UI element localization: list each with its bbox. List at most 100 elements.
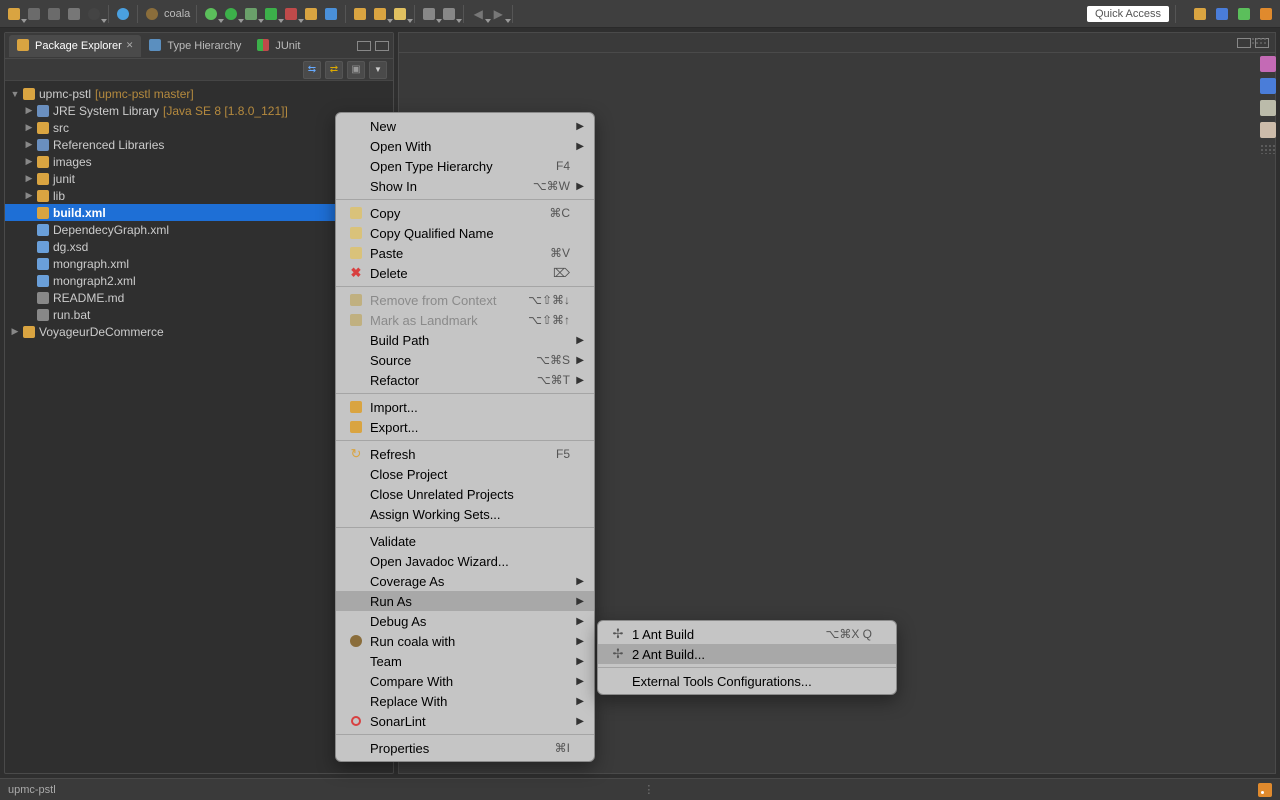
tree-project-root[interactable]: ▼ upmc-pstl [upmc-pstl master] — [5, 85, 393, 102]
minimize-editor-icon[interactable] — [1237, 38, 1251, 48]
build-icon[interactable] — [66, 6, 82, 22]
link-editor-icon[interactable]: ⇄ — [325, 61, 343, 79]
menu-item[interactable]: New▶ — [336, 116, 594, 136]
menu-item-label: Refactor — [370, 373, 513, 388]
menu-item[interactable]: Export... — [336, 417, 594, 437]
tree-item-label: dg.xsd — [53, 240, 88, 254]
menu-item[interactable]: Replace With▶ — [336, 691, 594, 711]
menu-item[interactable]: Build Path▶ — [336, 330, 594, 350]
save-all-icon[interactable] — [46, 6, 62, 22]
expand-arrow-icon[interactable]: ▶ — [23, 139, 35, 150]
expand-arrow-icon[interactable]: ▶ — [9, 326, 21, 337]
search-icon[interactable] — [372, 6, 388, 22]
focus-task-icon[interactable]: ▣ — [347, 61, 365, 79]
menu-item[interactable]: Paste⌘V — [336, 243, 594, 263]
snippets-icon[interactable] — [1260, 122, 1276, 138]
toggle-view-icon[interactable] — [441, 6, 457, 22]
maximize-view-icon[interactable] — [375, 41, 389, 51]
save-icon[interactable] — [26, 6, 42, 22]
tab-junit[interactable]: JUnit — [249, 35, 308, 57]
menu-item[interactable]: ✖Delete⌦ — [336, 263, 594, 283]
tab-type-hierarchy[interactable]: Type Hierarchy — [141, 35, 249, 57]
menu-item[interactable]: Source⌥⌘S▶ — [336, 350, 594, 370]
menu-item[interactable]: Validate — [336, 531, 594, 551]
submenu-arrow-icon: ▶ — [570, 121, 584, 132]
coverage-icon[interactable] — [243, 6, 259, 22]
expand-arrow-icon[interactable]: ▶ — [23, 173, 35, 184]
toggle-editor-icon[interactable] — [421, 6, 437, 22]
menu-item[interactable]: Run As▶ — [336, 591, 594, 611]
quick-access-input[interactable]: Quick Access — [1087, 6, 1169, 22]
menu-item-label: New — [370, 119, 570, 134]
run-last-icon[interactable] — [263, 6, 279, 22]
menu-shortcut: ⌥⌘X Q — [826, 627, 873, 641]
nav-back-icon[interactable]: ◀ — [470, 6, 486, 22]
menu-item[interactable]: Compare With▶ — [336, 671, 594, 691]
menu-item[interactable]: Coverage As▶ — [336, 571, 594, 591]
tree-item-label: junit — [53, 172, 75, 186]
highlight-icon[interactable] — [392, 6, 408, 22]
menu-item-label: Properties — [370, 741, 531, 756]
open-perspective-icon[interactable] — [1192, 6, 1208, 22]
new-package-icon[interactable] — [303, 6, 319, 22]
menu-item[interactable]: Assign Working Sets... — [336, 504, 594, 524]
menu-item[interactable]: Team▶ — [336, 651, 594, 671]
collapse-all-icon[interactable]: ⇆ — [303, 61, 321, 79]
git-perspective-icon[interactable] — [1258, 6, 1274, 22]
menu-item[interactable]: Copy Qualified Name — [336, 223, 594, 243]
menu-item[interactable]: Open Javadoc Wizard... — [336, 551, 594, 571]
new-icon[interactable] — [6, 6, 22, 22]
menu-item[interactable]: Open Type HierarchyF4 — [336, 156, 594, 176]
right-trim-stack — [1258, 56, 1278, 154]
menu-item[interactable]: Open With▶ — [336, 136, 594, 156]
outline-icon[interactable] — [1260, 100, 1276, 116]
view-menu-icon[interactable]: ▼ — [369, 61, 387, 79]
java-perspective-icon[interactable] — [1214, 6, 1230, 22]
menu-item[interactable]: ✢2 Ant Build... — [598, 644, 896, 664]
menu-item[interactable]: Debug As▶ — [336, 611, 594, 631]
expand-arrow-icon[interactable]: ▶ — [23, 105, 35, 116]
task-list-icon[interactable] — [1260, 56, 1276, 72]
menu-item[interactable]: Properties⌘I — [336, 738, 594, 758]
ext-tools-icon[interactable] — [283, 6, 299, 22]
menu-item[interactable]: Close Project — [336, 464, 594, 484]
menu-item[interactable]: ✢1 Ant Build⌥⌘X Q — [598, 624, 896, 644]
run-icon[interactable] — [223, 6, 239, 22]
tab-package-explorer[interactable]: Package Explorer ✕ — [9, 35, 141, 57]
submenu-arrow-icon: ▶ — [570, 636, 584, 647]
menu-item[interactable]: Copy⌘C — [336, 203, 594, 223]
nav-fwd-icon[interactable]: ▶ — [490, 6, 506, 22]
submenu-arrow-icon: ▶ — [570, 355, 584, 366]
menu-item[interactable]: ↻RefreshF5 — [336, 444, 594, 464]
skip-breakpoints-icon[interactable] — [115, 6, 131, 22]
drag-handle-icon[interactable] — [1251, 37, 1267, 45]
mylyn-task-icon[interactable] — [1260, 78, 1276, 94]
expand-arrow-icon[interactable]: ▶ — [23, 190, 35, 201]
menu-shortcut: F5 — [556, 447, 570, 461]
close-icon[interactable]: ✕ — [126, 40, 134, 51]
new-class-icon[interactable] — [323, 6, 339, 22]
tree-item-label: build.xml — [53, 206, 106, 220]
menu-shortcut: ⌥⌘W — [533, 179, 570, 193]
debug-perspective-icon[interactable] — [1236, 6, 1252, 22]
menu-item-label: Refresh — [370, 447, 532, 462]
menu-item[interactable]: Refactor⌥⌘T▶ — [336, 370, 594, 390]
expand-arrow-icon[interactable]: ▼ — [9, 89, 21, 99]
minimize-view-icon[interactable] — [357, 41, 371, 51]
expand-arrow-icon[interactable]: ▶ — [23, 122, 35, 133]
debug-icon[interactable] — [203, 6, 219, 22]
menu-item[interactable]: Close Unrelated Projects — [336, 484, 594, 504]
menu-item[interactable]: Show In⌥⌘W▶ — [336, 176, 594, 196]
coala-icon[interactable] — [144, 6, 160, 22]
menu-item[interactable]: SonarLint▶ — [336, 711, 594, 731]
menu-item[interactable]: Run coala with▶ — [336, 631, 594, 651]
vert-handle-icon[interactable] — [1260, 144, 1276, 154]
rss-icon[interactable] — [1258, 783, 1272, 797]
file-icon — [35, 308, 51, 322]
menu-item[interactable]: External Tools Configurations... — [598, 671, 896, 691]
open-type-icon[interactable] — [352, 6, 368, 22]
mylyn-icon[interactable] — [86, 6, 102, 22]
ant-icon: ✢ — [608, 626, 628, 642]
expand-arrow-icon[interactable]: ▶ — [23, 156, 35, 167]
menu-item[interactable]: Import... — [336, 397, 594, 417]
